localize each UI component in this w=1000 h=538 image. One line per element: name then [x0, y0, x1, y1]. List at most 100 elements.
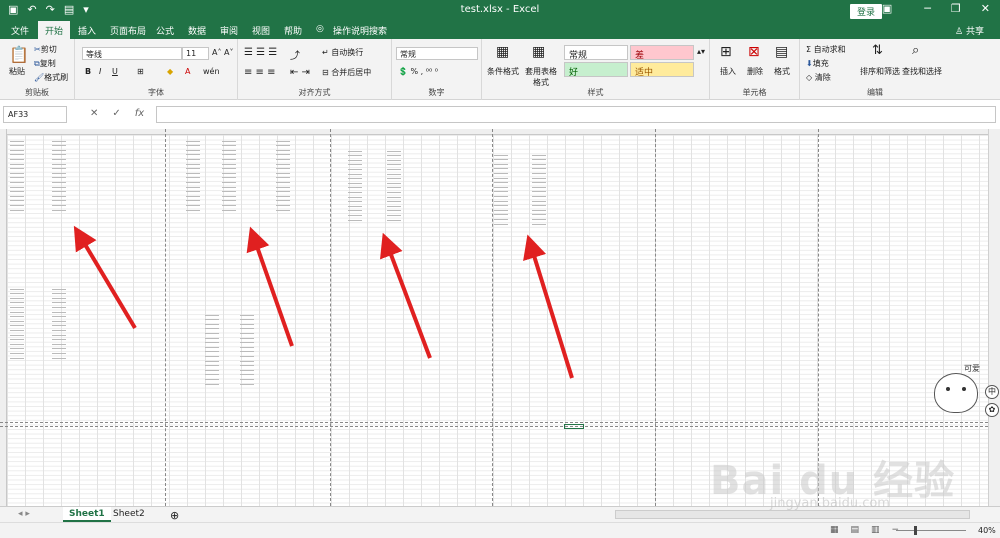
status-bar: ▦ ▤ ▥ − 40% [0, 522, 1000, 538]
sheet-nav-icons[interactable]: ◂ ▸ [12, 507, 36, 522]
vertical-align-icons[interactable]: ☰ ☰ ☰ [244, 47, 277, 58]
cell-block-2 [52, 137, 66, 211]
font-name-select[interactable]: 等线 [82, 47, 182, 60]
sort-filter-icon[interactable]: ⇅ [872, 43, 883, 58]
close-icon[interactable]: ✕ [981, 2, 990, 15]
number-format-icons[interactable]: 💲 % , ⁰⁰ ⁰ [398, 67, 438, 76]
login-button[interactable]: 登录 [850, 4, 883, 19]
name-box[interactable]: AF33 [3, 106, 67, 123]
insert-function-button[interactable]: fx [135, 108, 144, 121]
eraser-icon: ◇ [806, 73, 815, 82]
phonetic-icon[interactable]: wén [203, 67, 220, 76]
format-painter-button[interactable]: 🖌 格式刷 [34, 72, 68, 83]
sheet-tab-sheet1[interactable]: Sheet1 [63, 507, 111, 522]
styles-scroll-icon[interactable]: ▴▾ [697, 47, 705, 56]
fill-color-icon[interactable]: ◆ [167, 67, 173, 76]
add-sheet-icon[interactable]: ⊕ [164, 507, 185, 522]
tab-review[interactable]: 审阅 [220, 24, 238, 37]
page-break-view-icon[interactable]: ▥ [871, 525, 880, 535]
selected-cell[interactable] [564, 424, 584, 429]
sheet-tab-sheet2[interactable]: Sheet2 [107, 507, 151, 522]
cancel-icon[interactable]: ✕ [90, 108, 98, 121]
lightbulb-icon: ◎ [316, 24, 324, 34]
ribbon: 📋 粘贴 ✂ 剪切 ⧉ 复制 🖌 格式刷 剪贴板 等线 11 A˄ A˅ B I… [0, 39, 1000, 100]
chinese-input-icon[interactable]: 中 [985, 385, 999, 399]
autosum-button[interactable]: Σ 自动求和 [806, 44, 846, 55]
tab-data[interactable]: 数据 [188, 24, 206, 37]
copy-button[interactable]: ⧉ 复制 [34, 58, 56, 69]
format-table-icon[interactable]: ▦ [532, 44, 545, 60]
vertical-scrollbar[interactable] [988, 129, 1000, 506]
font-size-select[interactable]: 11 [182, 47, 209, 60]
cute-sticker: 可爱 [930, 364, 984, 425]
tab-insert[interactable]: 插入 [78, 24, 96, 37]
minimize-icon[interactable]: ─ [924, 2, 931, 15]
merge-center-button[interactable]: ⊟ 合并后居中 [322, 67, 371, 78]
float-menu-icon[interactable]: ✿ [985, 403, 999, 417]
font-label: 字体 [148, 88, 164, 97]
paste-icon[interactable]: 📋 [9, 45, 29, 64]
page-layout-view-icon[interactable]: ▤ [851, 525, 860, 535]
format-as-table-button[interactable]: 套用表格格式 [524, 66, 558, 88]
fill-down-icon: ⬇ [806, 59, 813, 68]
style-good[interactable]: 好 [564, 62, 628, 78]
insert-cells-icon[interactable]: ⊞ [720, 44, 732, 60]
conditional-format-icon[interactable]: ▦ [496, 44, 509, 60]
horizontal-align-icons[interactable]: ≡ ≡ ≡ [244, 67, 276, 78]
format-cells-button[interactable]: 格式 [774, 66, 790, 77]
share-button[interactable]: ♙ 共享 [955, 24, 984, 37]
border-icon[interactable]: ⊞ [137, 67, 144, 76]
fill-button[interactable]: ⬇ 填充 [806, 58, 829, 69]
formula-bar: AF33 ✕ ✓ fx [0, 106, 1000, 124]
row-headers[interactable] [0, 129, 7, 506]
sticker-caption: 可爱 [964, 364, 980, 373]
formula-input[interactable] [156, 106, 996, 123]
bold-button[interactable]: B [85, 67, 91, 76]
italic-button[interactable]: I [99, 67, 101, 76]
share-label: 共享 [965, 27, 984, 37]
title-bar: ▣ ↶ ↷ ▤ ▾ test.xlsx - Excel 登录 ▣ ─ ❐ ✕ [0, 0, 1000, 21]
formula-buttons: ✕ ✓ fx [84, 106, 154, 123]
number-format-select[interactable]: 常规 [396, 47, 478, 60]
tab-help[interactable]: 帮助 [284, 24, 302, 37]
find-icon[interactable]: ⌕ [912, 43, 919, 58]
grow-shrink-font[interactable]: A˄ A˅ [212, 48, 234, 57]
tab-formulas[interactable]: 公式 [156, 24, 174, 37]
find-select-button[interactable]: 查找和选择 [902, 66, 942, 77]
tab-view[interactable]: 视图 [252, 24, 270, 37]
tab-file[interactable]: 文件 [11, 24, 29, 37]
zoom-slider[interactable] [896, 530, 966, 531]
zoom-level[interactable]: 40% [978, 526, 996, 535]
clipboard-label: 剪贴板 [25, 88, 49, 97]
style-bad[interactable]: 差 [630, 45, 694, 61]
delete-cells-icon[interactable]: ⊠ [748, 44, 760, 60]
wrap-text-button[interactable]: ↵ 自动换行 [322, 47, 363, 58]
indent-icons[interactable]: ⇤ ⇥ [290, 67, 310, 78]
format-cells-icon[interactable]: ▤ [775, 44, 788, 60]
tab-page-layout[interactable]: 页面布局 [110, 24, 146, 37]
clear-button[interactable]: ◇ 清除 [806, 72, 831, 83]
scissors-icon: ✂ [34, 45, 41, 54]
style-normal[interactable]: 常规 [564, 45, 628, 61]
enter-icon[interactable]: ✓ [112, 108, 120, 121]
ribbon-display-icon[interactable]: ▣ [882, 2, 892, 15]
insert-cells-button[interactable]: 插入 [720, 66, 736, 77]
horizontal-scrollbar[interactable] [615, 510, 970, 519]
tell-me-search[interactable]: 操作说明搜索 [333, 24, 387, 37]
cut-button[interactable]: ✂ 剪切 [34, 44, 57, 55]
style-neutral[interactable]: 适中 [630, 62, 694, 78]
zoom-slider-knob[interactable] [914, 526, 917, 535]
group-font: 等线 11 A˄ A˅ B I U ⊞ ◆ A wén 字体 [75, 39, 238, 100]
sort-filter-button[interactable]: 排序和筛选 [860, 66, 900, 77]
font-color-icon[interactable]: A [185, 67, 190, 76]
cell-block-12 [205, 311, 219, 385]
orientation-icon[interactable]: ⤴ [290, 47, 300, 62]
delete-cells-button[interactable]: 删除 [747, 66, 763, 77]
tab-home[interactable]: 开始 [38, 21, 71, 39]
paste-button[interactable]: 粘贴 [9, 66, 25, 77]
normal-view-icon[interactable]: ▦ [830, 525, 839, 535]
restore-icon[interactable]: ❐ [951, 2, 961, 15]
underline-button[interactable]: U [112, 67, 118, 76]
conditional-format-button[interactable]: 条件格式 [487, 66, 519, 77]
column-headers[interactable] [0, 129, 988, 135]
